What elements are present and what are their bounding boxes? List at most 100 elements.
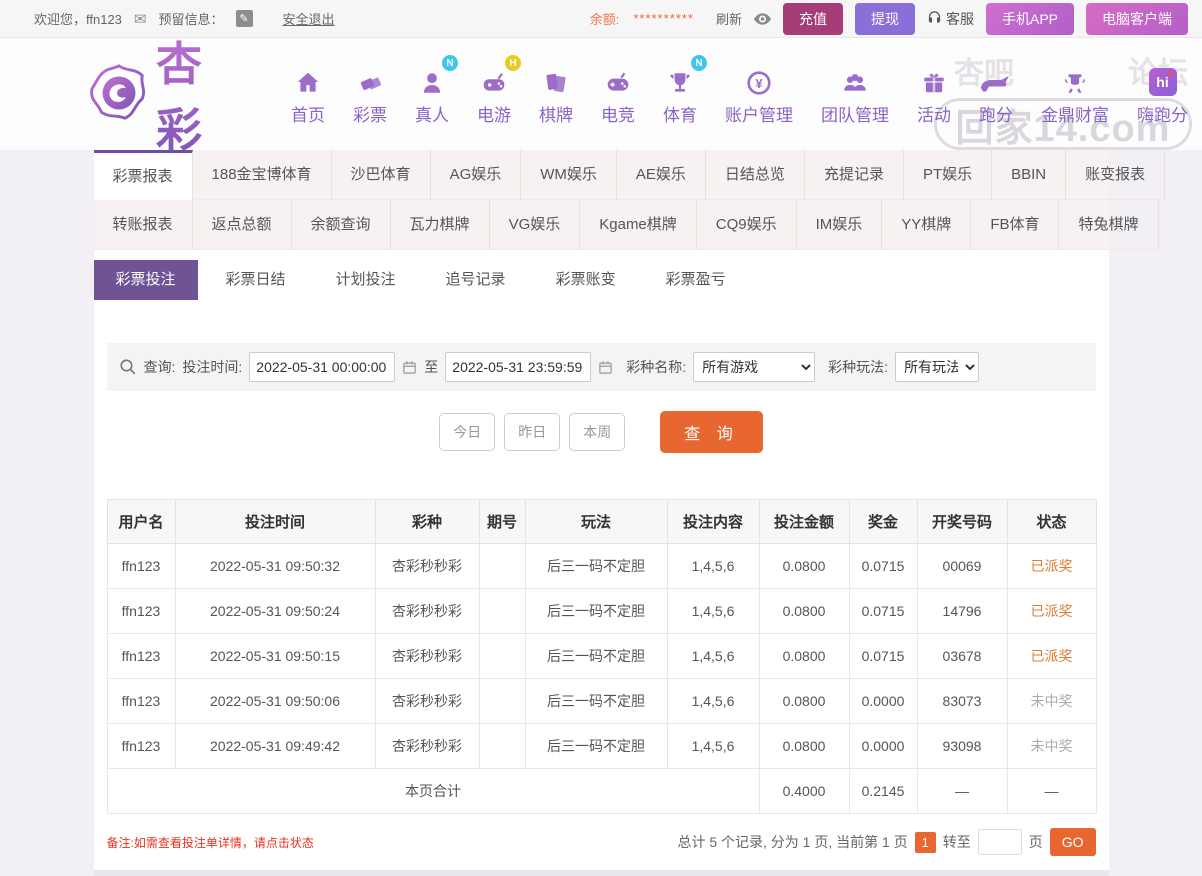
goto-page-input[interactable] — [978, 829, 1022, 855]
status-link[interactable]: 未中奖 — [1007, 724, 1096, 769]
search-button[interactable]: 查 询 — [660, 411, 762, 453]
edit-icon[interactable]: ✎ — [236, 10, 253, 27]
nav-item[interactable]: 活动 — [903, 62, 965, 126]
status-link[interactable]: 已派奖 — [1007, 634, 1096, 679]
subtabs: 彩票投注彩票日结计划投注追号记录彩票账变彩票盈亏 — [94, 260, 1109, 300]
nav-item[interactable]: 金鼎财富 — [1027, 62, 1123, 126]
tab-Kgame棋牌[interactable]: Kgame棋牌 — [580, 200, 697, 250]
tab-BBIN[interactable]: BBIN — [992, 150, 1066, 200]
subtab-彩票日结[interactable]: 彩票日结 — [204, 260, 308, 300]
table-row: ffn1232022-05-31 09:50:06杏彩秒秒彩后三一码不定胆1,4… — [107, 679, 1096, 724]
recharge-button[interactable]: 充值 — [783, 3, 843, 35]
to-label: 至 — [424, 357, 438, 377]
tab-充提记录[interactable]: 充提记录 — [805, 150, 904, 200]
column-header: 状态 — [1007, 500, 1096, 544]
subtab-追号记录[interactable]: 追号记录 — [424, 260, 528, 300]
nav-item[interactable]: hi嗨跑分 — [1123, 62, 1202, 126]
subtab-彩票账变[interactable]: 彩票账变 — [534, 260, 638, 300]
tab-FB体育[interactable]: FB体育 — [971, 200, 1059, 250]
tab-返点总额[interactable]: 返点总额 — [193, 200, 292, 250]
cell-content: 1,4,5,6 — [667, 634, 759, 679]
play-select[interactable]: 所有玩法 — [895, 352, 979, 382]
tab-AE娱乐[interactable]: AE娱乐 — [617, 150, 706, 200]
cell-lottery: 杏彩秒秒彩 — [375, 589, 479, 634]
current-page-button[interactable]: 1 — [915, 832, 936, 853]
subtab-计划投注[interactable]: 计划投注 — [314, 260, 418, 300]
eye-icon[interactable] — [754, 13, 771, 25]
pc-client-button[interactable]: 电脑客户端 — [1086, 3, 1188, 35]
logout-link[interactable]: 安全退出 — [283, 9, 335, 28]
nav-item-label: 真人 — [415, 101, 449, 126]
nav-item[interactable]: 团队管理 — [807, 62, 903, 126]
gift-icon — [921, 62, 947, 96]
tab-PT娱乐[interactable]: PT娱乐 — [904, 150, 992, 200]
withdraw-button[interactable]: 提现 — [855, 3, 915, 35]
tabs-row-2: 转账报表返点总额余额查询瓦力棋牌VG娱乐Kgame棋牌CQ9娱乐IM娱乐YY棋牌… — [94, 200, 1109, 250]
nav-item[interactable]: 彩票 — [339, 62, 401, 126]
flower-logo-icon — [88, 62, 150, 127]
nav-item-label: 账户管理 — [725, 101, 793, 126]
mail-icon[interactable]: ✉ — [134, 10, 147, 28]
nav-item[interactable]: N体育 — [649, 62, 711, 126]
cell-play: 后三一码不定胆 — [525, 634, 667, 679]
subtab-彩票盈亏[interactable]: 彩票盈亏 — [644, 260, 748, 300]
tab-CQ9娱乐[interactable]: CQ9娱乐 — [697, 200, 797, 250]
refresh-link[interactable]: 刷新 — [716, 9, 742, 28]
nav-item[interactable]: ¥ 账户管理 — [711, 62, 807, 126]
tab-日结总览[interactable]: 日结总览 — [706, 150, 805, 200]
nav-item[interactable]: 首页 — [277, 62, 339, 126]
tab-IM娱乐[interactable]: IM娱乐 — [797, 200, 883, 250]
summary-row: 本页合计0.40000.2145—— — [107, 769, 1096, 814]
tab-WM娱乐[interactable]: WM娱乐 — [521, 150, 617, 200]
svg-text:¥: ¥ — [755, 76, 763, 91]
tab-余额查询[interactable]: 余额查询 — [292, 200, 391, 250]
go-button[interactable]: GO — [1050, 828, 1096, 856]
tab-AG娱乐[interactable]: AG娱乐 — [431, 150, 522, 200]
table-row: ffn1232022-05-31 09:50:15杏彩秒秒彩后三一码不定胆1,4… — [107, 634, 1096, 679]
cell-time: 2022-05-31 09:50:24 — [175, 589, 375, 634]
nav-item[interactable]: N真人 — [401, 62, 463, 126]
tab-VG娱乐[interactable]: VG娱乐 — [490, 200, 581, 250]
brand-logo[interactable]: 杏彩 — [88, 28, 249, 160]
nav-item[interactable]: 棋牌 — [525, 62, 587, 126]
status-link[interactable]: 已派奖 — [1007, 544, 1096, 589]
calendar-icon[interactable] — [598, 360, 613, 375]
tab-沙巴体育[interactable]: 沙巴体育 — [332, 150, 431, 200]
this-week-button[interactable]: 本周 — [569, 413, 625, 451]
nav-item[interactable]: 跑分 — [965, 62, 1027, 126]
tab-账变报表[interactable]: 账变报表 — [1066, 150, 1165, 200]
date-from-input[interactable] — [249, 352, 395, 382]
page-label: 页 — [1029, 832, 1043, 852]
subtab-彩票投注[interactable]: 彩票投注 — [94, 260, 198, 300]
cell-content: 1,4,5,6 — [667, 724, 759, 769]
tab-YY棋牌[interactable]: YY棋牌 — [882, 200, 971, 250]
cell-issue — [479, 679, 525, 724]
date-to-input[interactable] — [445, 352, 591, 382]
nav-item[interactable]: 电竞 — [587, 62, 649, 126]
goto-label: 转至 — [943, 832, 971, 852]
tab-瓦力棋牌[interactable]: 瓦力棋牌 — [391, 200, 490, 250]
calendar-icon[interactable] — [402, 360, 417, 375]
mobile-app-button[interactable]: 手机APP — [986, 3, 1074, 35]
bets-table: 用户名投注时间彩种期号玩法投注内容投注金额奖金开奖号码状态 ffn1232022… — [107, 499, 1097, 814]
column-header: 奖金 — [849, 500, 917, 544]
cell-play: 后三一码不定胆 — [525, 589, 667, 634]
cell-lottery: 杏彩秒秒彩 — [375, 544, 479, 589]
tab-转账报表[interactable]: 转账报表 — [94, 200, 193, 250]
tab-特兔棋牌[interactable]: 特兔棋牌 — [1059, 200, 1158, 250]
status-link[interactable]: 未中奖 — [1007, 679, 1096, 724]
column-header: 投注时间 — [175, 500, 375, 544]
yesterday-button[interactable]: 昨日 — [504, 413, 560, 451]
game-select[interactable]: 所有游戏 — [693, 352, 815, 382]
nav-item[interactable]: H电游 — [463, 62, 525, 126]
cell-time: 2022-05-31 09:49:42 — [175, 724, 375, 769]
customer-service-link[interactable]: 客服 — [927, 9, 974, 29]
filter-bar: 查询: 投注时间: 至 彩种名称: 所有游戏 彩种玩法: 所有玩法 — [107, 343, 1096, 391]
summary-value: 0.4000 — [759, 769, 849, 814]
welcome-text: 欢迎您，ffn123 — [34, 9, 122, 28]
status-link[interactable]: 已派奖 — [1007, 589, 1096, 634]
cell-amount: 0.0800 — [759, 589, 849, 634]
record-stats: 总计 5 个记录, 分为 1 页, 当前第 1 页 — [677, 832, 907, 852]
cell-content: 1,4,5,6 — [667, 544, 759, 589]
today-button[interactable]: 今日 — [439, 413, 495, 451]
